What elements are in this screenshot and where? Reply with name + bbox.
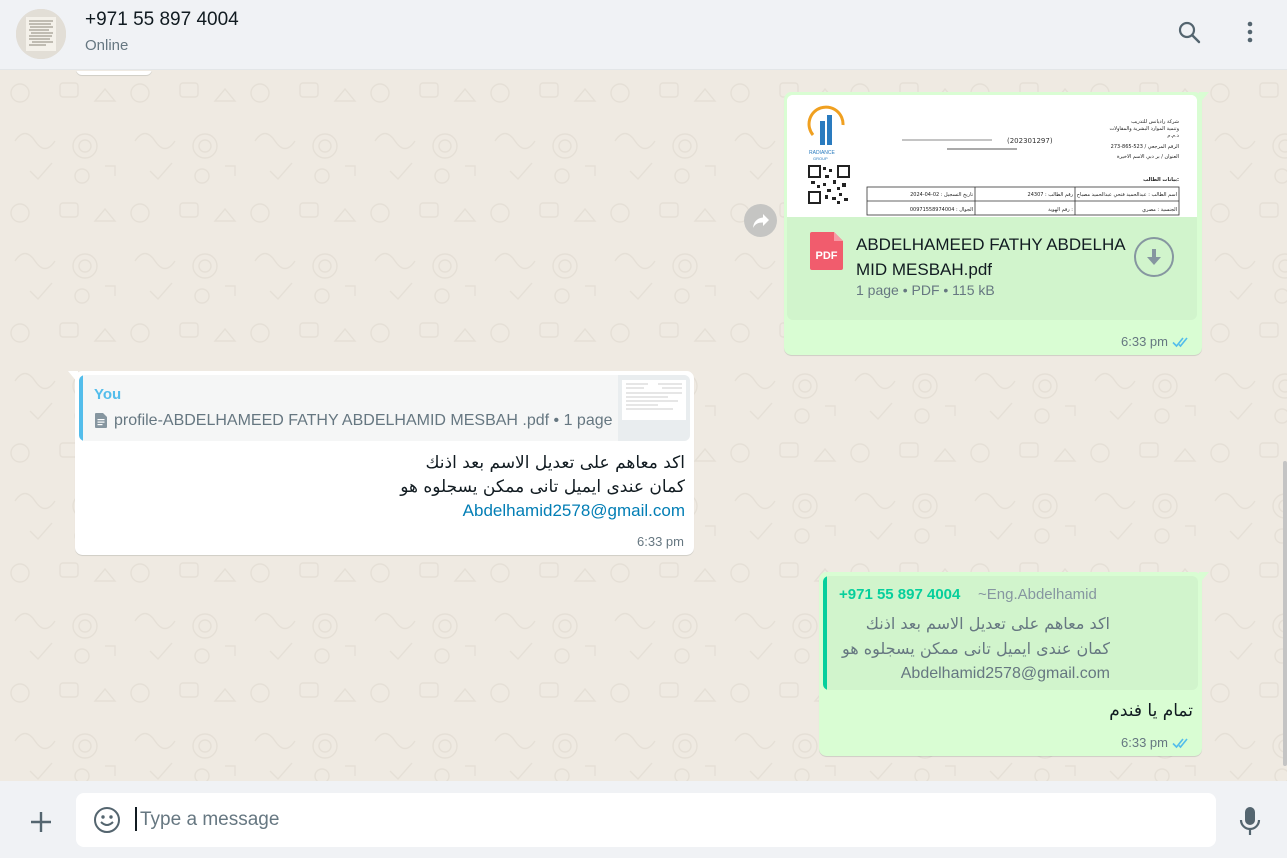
quoted-document[interactable]: You profile-ABDELHAMEED FATHY ABDELHAMID…	[79, 375, 690, 441]
download-icon[interactable]	[1134, 237, 1174, 277]
emoji-icon[interactable]	[93, 806, 121, 834]
bubble-tail	[1199, 92, 1209, 104]
message-text: اكد معاهم على تعديل الاسم بعد اذنك كمان …	[125, 452, 685, 523]
document-info-bar[interactable]: PDF ABDELHAMEED FATHY ABDELHA MID MESBAH…	[787, 217, 1197, 320]
svg-text:ذ.م.م: ذ.م.م	[1167, 133, 1179, 139]
quote-text: profile-ABDELHAMEED FATHY ABDELHAMID MES…	[114, 412, 613, 429]
svg-text:رقم الطالب : 24307: رقم الطالب : 24307	[1028, 192, 1074, 198]
svg-text:تاريخ التسجيل : 02-04-2024: تاريخ التسجيل : 02-04-2024	[910, 192, 974, 198]
outgoing-reply-message[interactable]: +971 55 897 4004 ~Eng.Abdelhamid اكد معا…	[819, 572, 1209, 756]
svg-text:شركة راديانس للتدريب: شركة راديانس للتدريب	[1131, 119, 1179, 125]
incoming-reply-message[interactable]: You profile-ABDELHAMEED FATHY ABDELHAMID…	[68, 371, 694, 555]
forward-button[interactable]	[744, 204, 777, 237]
document-meta: 1 page • PDF • 115 kB	[856, 282, 995, 298]
message-text: تمام يا فندم	[1109, 701, 1193, 721]
kebab-menu-icon[interactable]	[1236, 18, 1264, 46]
read-ticks-icon	[1172, 337, 1188, 348]
contact-avatar[interactable]	[16, 9, 66, 59]
bubble-tail	[68, 371, 78, 383]
email-link[interactable]: Abdelhamid2578@gmail.com	[125, 499, 685, 523]
contact-name[interactable]: +971 55 897 4004	[85, 9, 239, 31]
chat-scrollbar[interactable]	[1283, 461, 1287, 766]
contact-status: Online	[85, 37, 129, 54]
svg-text:العنوان / بر دبي الاسم الاخيرة: العنوان / بر دبي الاسم الاخيرة	[1117, 154, 1179, 160]
svg-text:PDF: PDF	[816, 250, 838, 262]
svg-text:الجوال : 00971558974004: الجوال : 00971558974004	[910, 207, 973, 213]
pdf-file-icon: PDF	[810, 232, 843, 270]
chat-header: +971 55 897 4004 Online	[0, 0, 1287, 70]
message-input-box[interactable]	[76, 793, 1216, 847]
message-time: 6:33 pm	[1121, 334, 1168, 349]
svg-text:وتنمية الموارد البشرية والمقاو: وتنمية الموارد البشرية والمقاولات	[1109, 126, 1179, 132]
svg-text:بيانات الطالب:: بيانات الطالب:	[1143, 177, 1179, 183]
quote-text: اكد معاهم على تعديل الاسم بعد اذنك كمان …	[841, 614, 1110, 682]
chat-panel[interactable]: RADIANCE GROUP (202301297) شركة راديانس …	[0, 71, 1287, 781]
svg-text:رقم الهوية :: رقم الهوية :	[1048, 207, 1073, 213]
search-icon[interactable]	[1175, 18, 1203, 46]
message-input[interactable]	[140, 793, 1200, 847]
text-caret	[135, 807, 137, 831]
quoted-message[interactable]: +971 55 897 4004 ~Eng.Abdelhamid اكد معا…	[823, 576, 1198, 690]
document-message[interactable]: RADIANCE GROUP (202301297) شركة راديانس …	[784, 92, 1209, 355]
svg-text:اسم الطالب : عبدالحميد فتحي عب: اسم الطالب : عبدالحميد فتحي عبدالحميد مص…	[1077, 192, 1177, 198]
plus-icon[interactable]	[26, 807, 56, 837]
quote-bar	[823, 576, 827, 690]
svg-text:الجنسية : مصري: الجنسية : مصري	[1142, 207, 1177, 213]
microphone-icon[interactable]	[1236, 806, 1264, 836]
message-time: 6:33 pm	[637, 534, 684, 549]
quote-push-name: ~Eng.Abdelhamid	[978, 586, 1097, 603]
bubble-tail	[1199, 572, 1209, 584]
svg-text:(202301297): (202301297)	[1007, 137, 1053, 145]
svg-text:GROUP: GROUP	[813, 156, 828, 161]
svg-text:273-865-523 / الرقم المرجعي: 273-865-523 / الرقم المرجعي	[1111, 144, 1179, 150]
document-icon	[95, 413, 107, 428]
previous-message-bubble-edge	[76, 71, 152, 75]
quote-thumbnail	[618, 375, 690, 441]
quote-bar	[79, 375, 83, 441]
quote-author: You	[94, 386, 122, 403]
pdf-preview-thumbnail[interactable]: RADIANCE GROUP (202301297) شركة راديانس …	[787, 95, 1197, 217]
read-ticks-icon	[1172, 738, 1188, 749]
message-composer	[0, 781, 1287, 858]
qr-code	[808, 165, 850, 205]
document-file-name: ABDELHAMEED FATHY ABDELHA MID MESBAH.pdf	[856, 235, 1126, 279]
message-time: 6:33 pm	[1121, 735, 1168, 750]
quote-author: +971 55 897 4004	[839, 586, 961, 603]
